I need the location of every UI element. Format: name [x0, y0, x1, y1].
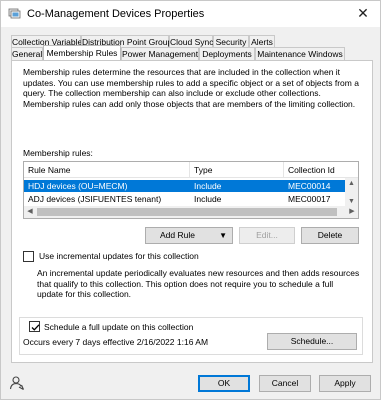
vertical-scrollbar[interactable]: ▲ ▼ [345, 178, 358, 208]
membership-rules-label: Membership rules: [23, 148, 93, 158]
properties-window: Co-Management Devices Properties ✕ Colle… [0, 0, 381, 400]
rule-name-cell: HDJ devices (OU=MECM) [28, 181, 128, 191]
membership-rules-list[interactable]: Rule Name Type Collection Id HDJ devices… [23, 161, 359, 219]
title-bar: Co-Management Devices Properties ✕ [1, 1, 380, 27]
rule-type-cell: Include [194, 181, 222, 191]
tab-general[interactable]: General [11, 47, 43, 61]
ok-button[interactable]: OK [198, 375, 250, 392]
membership-description: Membership rules determine the resources… [23, 67, 359, 109]
schedule-button[interactable]: Schedule... [267, 333, 357, 350]
delete-button[interactable]: Delete [301, 227, 359, 244]
table-row[interactable]: ADJ devices (JSIFUENTES tenant) Include … [24, 193, 346, 205]
rule-name-cell: ADJ devices (JSIFUENTES tenant) [28, 194, 162, 204]
table-row[interactable]: HDJ devices (OU=MECM) Include MEC00014 [24, 180, 346, 192]
column-rule-name[interactable]: Rule Name [24, 162, 190, 178]
rule-type-cell: Include [194, 194, 222, 204]
tab-power-management[interactable]: Power Management [121, 47, 199, 61]
add-rule-button[interactable]: Add Rule ▼ [145, 227, 233, 244]
horizontal-scrollbar[interactable]: ◀ ▶ [24, 206, 358, 218]
scroll-right-icon[interactable]: ▶ [346, 206, 358, 218]
schedule-summary: Occurs every 7 days effective 2/16/2022 … [23, 337, 209, 347]
full-update-checkbox[interactable] [29, 321, 40, 332]
scroll-up-icon[interactable]: ▲ [345, 178, 358, 190]
collection-id-cell: MEC00014 [288, 181, 331, 191]
user-help-icon[interactable] [9, 375, 25, 391]
chevron-down-icon[interactable]: ▼ [219, 228, 227, 243]
edit-button[interactable]: Edit... [239, 227, 295, 244]
list-header: Rule Name Type Collection Id [24, 162, 358, 178]
tab-membership-rules[interactable]: Membership Rules [43, 45, 121, 60]
close-button[interactable]: ✕ [346, 1, 380, 27]
collection-icon [8, 7, 21, 20]
collection-id-cell: MEC00017 [288, 194, 331, 204]
incremental-updates-checkbox[interactable] [23, 251, 34, 262]
apply-button[interactable]: Apply [319, 375, 371, 392]
cancel-button[interactable]: Cancel [259, 375, 311, 392]
column-collection-id[interactable]: Collection Id [284, 162, 358, 178]
scroll-thumb[interactable] [37, 208, 337, 216]
full-update-label: Schedule a full update on this collectio… [44, 322, 194, 332]
incremental-updates-label: Use incremental updates for this collect… [39, 251, 199, 261]
column-type[interactable]: Type [190, 162, 284, 178]
incremental-description: An incremental update periodically evalu… [37, 268, 360, 299]
tab-maintenance-windows[interactable]: Maintenance Windows [255, 47, 345, 61]
tab-deployments[interactable]: Deployments [199, 47, 255, 61]
add-rule-label: Add Rule [160, 230, 195, 240]
checkmark-icon [31, 324, 40, 331]
scroll-left-icon[interactable]: ◀ [24, 206, 36, 218]
window-title: Co-Management Devices Properties [27, 8, 205, 20]
